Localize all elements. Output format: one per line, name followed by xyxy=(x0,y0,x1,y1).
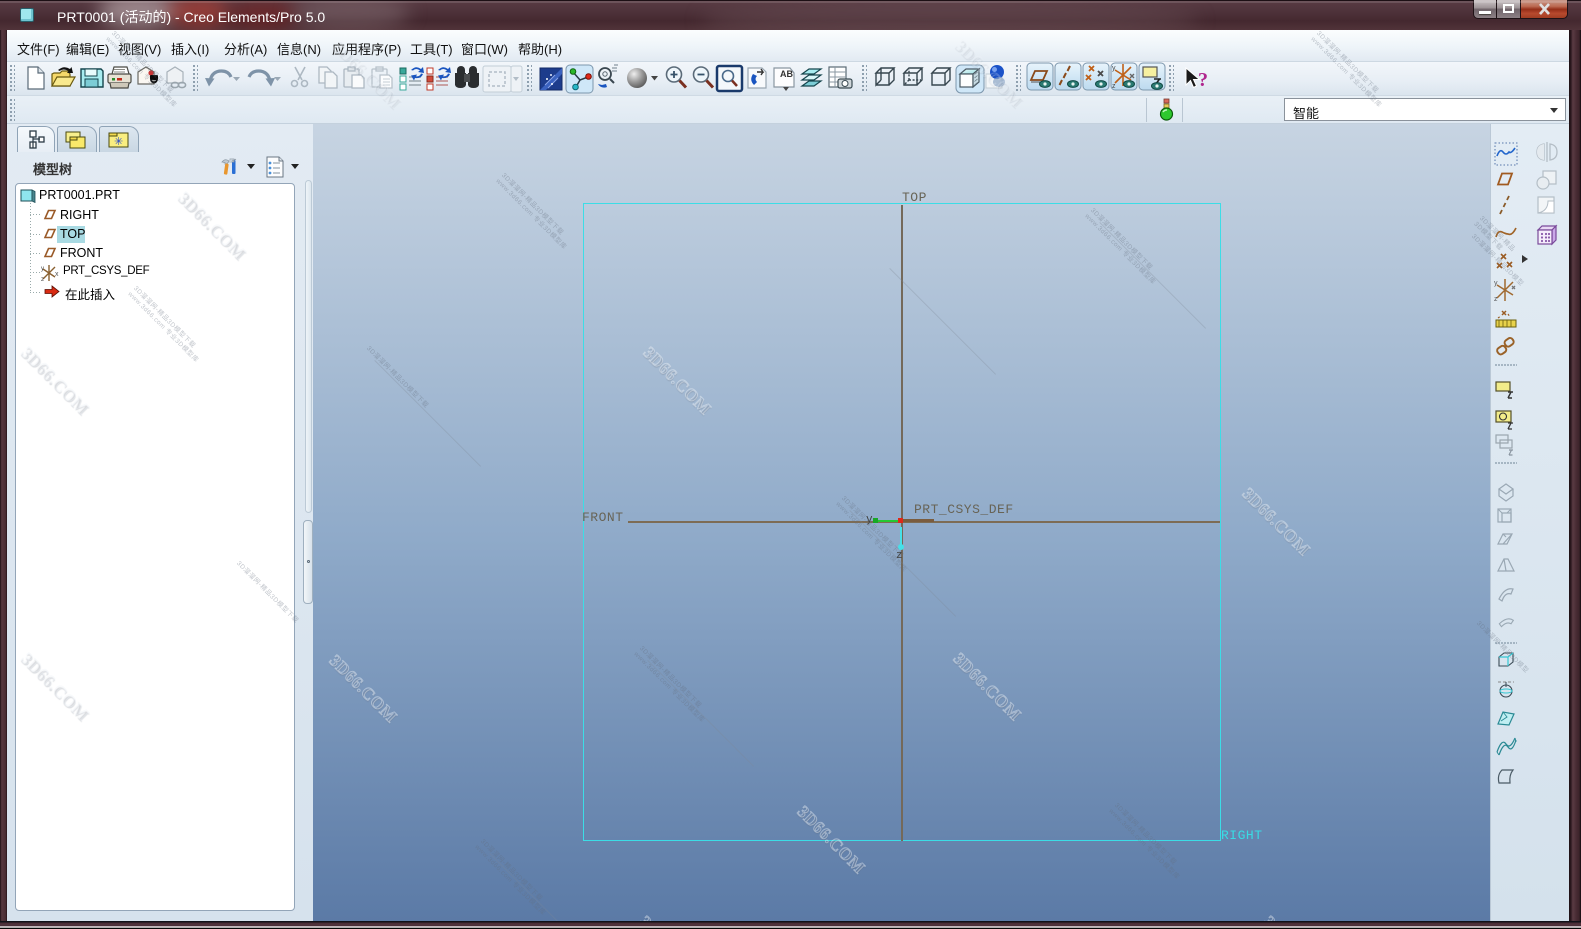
svg-text:y: y xyxy=(1112,65,1116,72)
svg-text:?: ? xyxy=(1198,69,1208,91)
svg-text:✳: ✳ xyxy=(114,136,123,148)
svg-text:z: z xyxy=(41,277,44,282)
svg-text:AB: AB xyxy=(780,69,793,79)
svg-text:z: z xyxy=(1112,83,1116,90)
svg-text:z: z xyxy=(1494,296,1498,302)
svg-text:x: x xyxy=(55,271,59,278)
svg-text:y: y xyxy=(41,266,44,272)
svg-text:y: y xyxy=(1494,280,1498,287)
